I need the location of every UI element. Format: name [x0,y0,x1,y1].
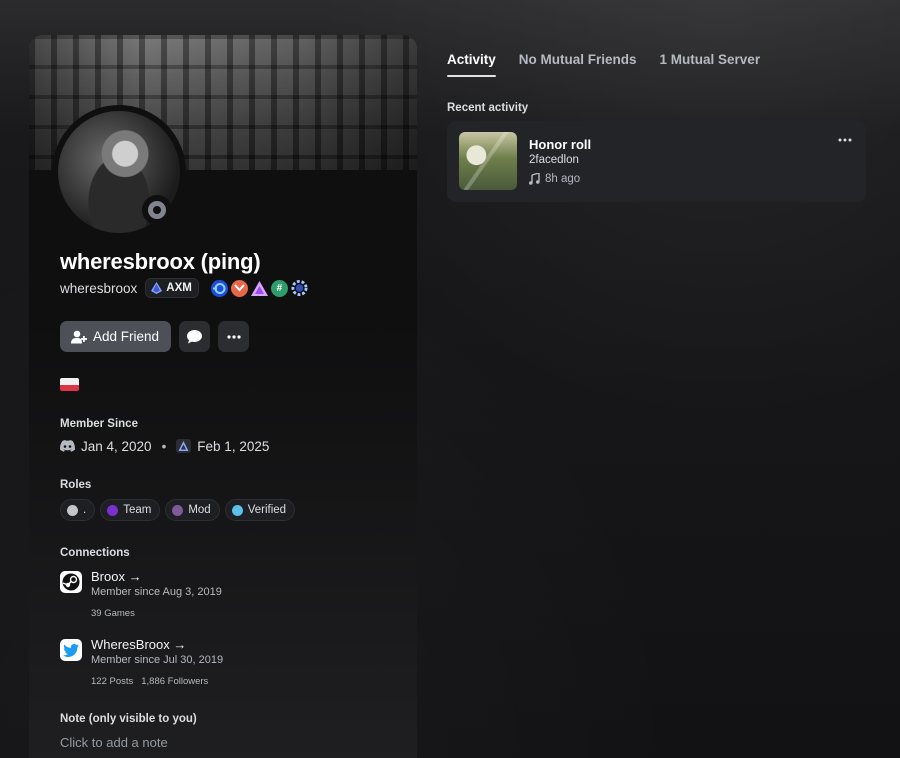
more-options-button[interactable] [218,321,250,352]
album-cover[interactable] [459,132,517,190]
tab-activity[interactable]: Activity [447,52,496,77]
note-input[interactable] [60,733,390,751]
connection-steam: Broox → Member since Aug 3, 2019 39 Game… [60,569,222,619]
date-separator: • [161,438,167,454]
activity-title[interactable]: Honor roll [529,137,591,152]
username-row: wheresbroox AXM # [60,277,308,299]
role-pill[interactable]: . [60,499,96,521]
twitter-member-since: Member since Jul 30, 2019 [91,654,224,666]
offline-status-icon [142,195,172,225]
activity-artist[interactable]: 2facedlon [529,154,579,166]
server-member-date: Feb 1, 2025 [197,438,270,454]
role-name: . [83,504,87,516]
activity-time-label: 8h ago [545,173,581,185]
profile-actions: Add Friend [60,321,250,352]
tab-mutual-friends[interactable]: No Mutual Friends [519,52,637,75]
display-name: wheresbroox (ping) [60,249,261,274]
guild-tag-icon [151,282,163,294]
role-color-dot [67,504,78,516]
connections-title: Connections [60,547,130,559]
message-button[interactable] [179,321,211,352]
note-title: Note (only visible to you) [60,713,197,725]
poland-flag-icon[interactable] [60,378,79,391]
twitter-posts-count: 122 Posts [91,676,134,687]
role-name: Mod [188,504,211,516]
role-pill[interactable]: Team [100,499,161,521]
role-pill[interactable]: Mod [165,499,220,521]
activity-card[interactable]: Honor roll 2facedlon 8h ago [447,121,866,202]
role-color-dot [172,504,184,516]
role-name: Team [123,504,152,516]
member-since-title: Member Since [60,418,138,430]
profile-panel: wheresbroox (ping) wheresbroox AXM # Add… [29,35,417,758]
gear-badge-icon[interactable] [291,279,308,297]
triangle-badge-icon[interactable] [250,280,268,297]
add-friend-label: Add Friend [93,329,160,344]
steam-icon [60,571,82,593]
recent-activity-title: Recent activity [447,102,529,114]
connection-twitter: WheresBroox → Member since Jul 30, 2019 … [60,637,223,687]
server-icon [176,439,192,453]
activity-more-button[interactable] [838,130,852,146]
guild-tag[interactable]: AXM [145,278,199,298]
ellipsis-icon [226,334,241,339]
add-friend-button[interactable]: Add Friend [60,321,172,352]
member-since-row: Jan 4, 2020 • Feb 1, 2025 [60,437,269,455]
steam-connection-link[interactable]: Broox → [91,569,222,584]
steam-member-since: Member since Aug 3, 2019 [91,586,222,598]
tab-mutual-servers[interactable]: 1 Mutual Server [660,52,761,75]
badge-list: # [210,279,308,297]
profile-tabs: Activity No Mutual Friends 1 Mutual Serv… [447,52,761,77]
boost-heart-badge-icon[interactable] [230,279,248,297]
twitter-icon [60,639,82,661]
role-name: Verified [247,504,287,516]
ellipsis-icon [838,138,852,142]
chat-bubble-icon [187,329,203,343]
roles-title: Roles [60,479,92,491]
steam-games-count: 39 Games [91,608,135,619]
role-color-dot [107,504,119,516]
guild-tag-label: AXM [166,282,192,294]
hashtag-badge-icon[interactable]: # [270,279,288,297]
nitro-badge-icon[interactable] [210,279,228,297]
music-note-icon [529,173,540,185]
twitter-connection-link[interactable]: WheresBroox → [91,637,223,652]
role-pill[interactable]: Verified [224,499,296,521]
discord-member-date: Jan 4, 2020 [81,438,152,454]
twitter-followers-count: 1,886 Followers [141,676,209,687]
discord-logo-icon [60,440,75,452]
role-color-dot [231,504,243,516]
role-list: . Team Mod Verified [60,499,296,521]
add-user-icon [71,330,87,343]
activity-time: 8h ago [529,173,580,185]
username[interactable]: wheresbroox [60,281,137,296]
